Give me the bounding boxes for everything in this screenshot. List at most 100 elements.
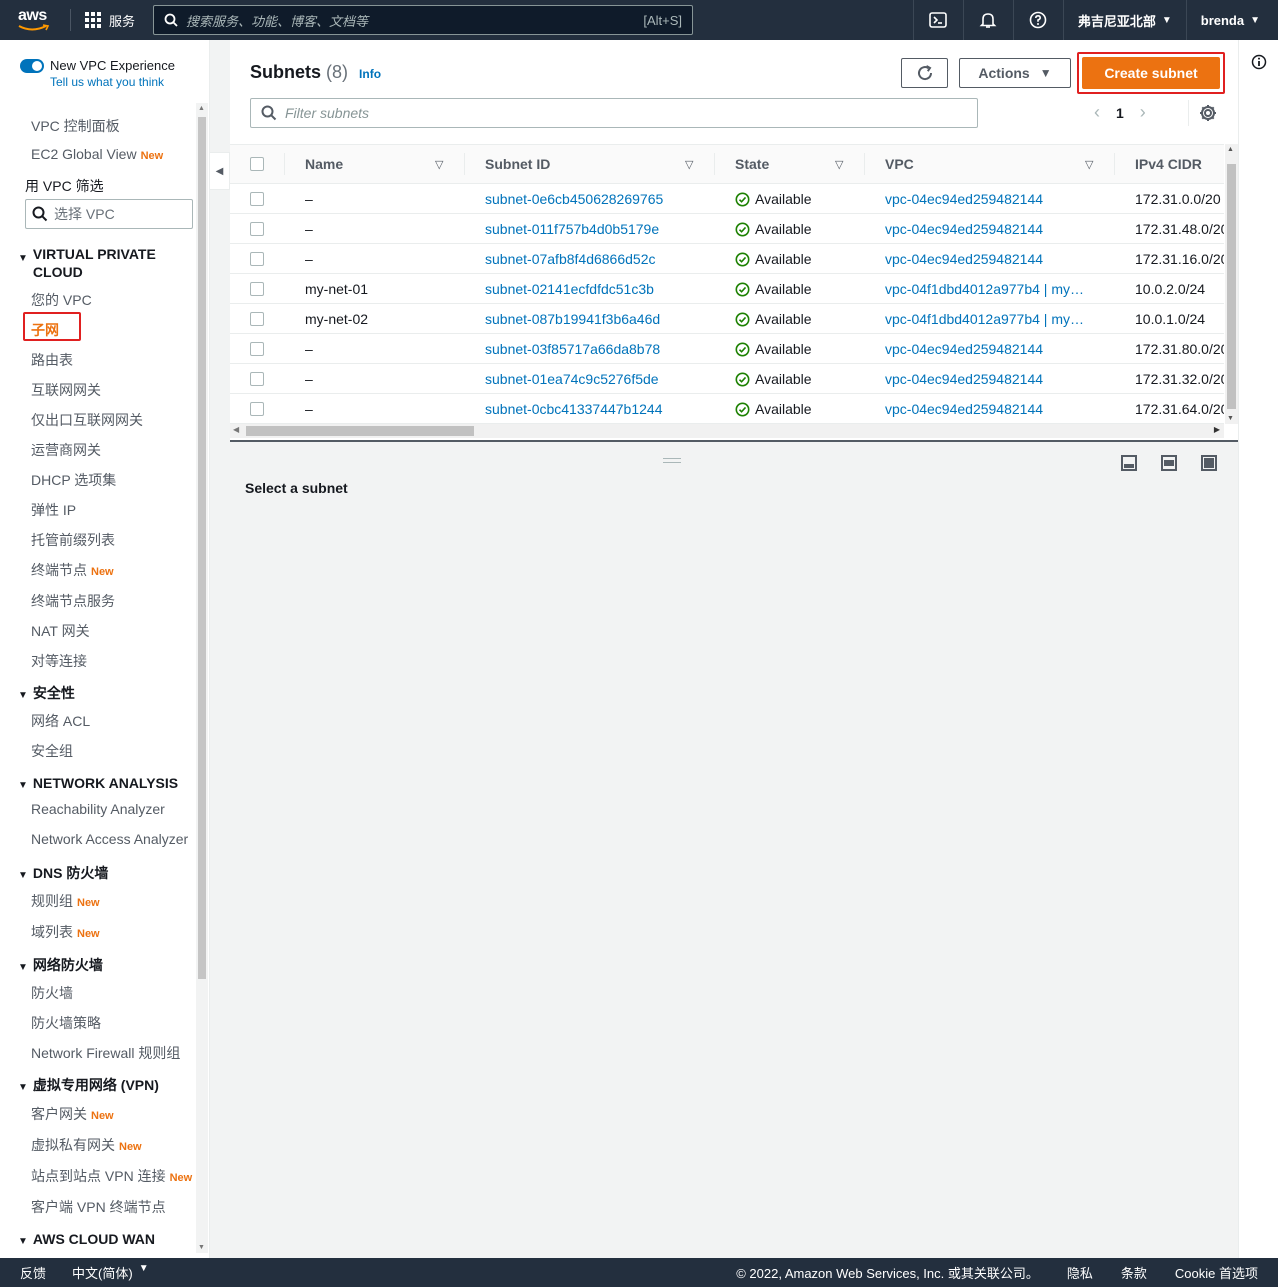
panel-maximize-icon[interactable]	[1200, 454, 1218, 472]
row-checkbox[interactable]	[250, 274, 264, 304]
sidebar-item-egress-only-gateways[interactable]: 仅出口互联网网关	[31, 410, 143, 430]
cell-subnet-id[interactable]: subnet-01ea74c9c5276f5de	[485, 364, 659, 394]
sidebar-item-your-vpcs[interactable]: 您的 VPC	[31, 290, 92, 310]
region-selector[interactable]: 弗吉尼亚北部 ▼	[1062, 0, 1186, 40]
sidebar-item-network-firewall-rule-groups[interactable]: Network Firewall 规则组	[31, 1043, 180, 1063]
refresh-button[interactable]	[901, 58, 948, 88]
sidebar-item-client-vpn-endpoints[interactable]: 客户端 VPN 终端节点	[31, 1197, 166, 1217]
table-row[interactable]: – subnet-0cbc41337447b1244 Available vpc-04…	[230, 394, 1224, 424]
column-header-state[interactable]: State ▽	[735, 145, 850, 183]
select-all-checkbox[interactable]	[250, 145, 264, 183]
cell-subnet-id[interactable]: subnet-087b19941f3b6a46d	[485, 304, 660, 334]
cell-subnet-id[interactable]: subnet-0cbc41337447b1244	[485, 394, 663, 424]
feedback-link[interactable]: Tell us what you think	[50, 75, 175, 89]
row-checkbox[interactable]	[250, 214, 264, 244]
table-row[interactable]: – subnet-03f85717a66da8b78 Available vpc-04…	[230, 334, 1224, 364]
section-aws-cloud-wan[interactable]: ▼ AWS CLOUD WAN	[18, 1230, 155, 1251]
actions-dropdown[interactable]: Actions ▼	[959, 58, 1071, 88]
table-row[interactable]: – subnet-01ea74c9c5276f5de Available vpc-04…	[230, 364, 1224, 394]
row-checkbox[interactable]	[250, 184, 264, 214]
cloudshell-button[interactable]	[912, 0, 963, 40]
row-checkbox[interactable]	[250, 334, 264, 364]
column-header-vpc[interactable]: VPC ▽	[885, 145, 1105, 183]
sidebar-item-site-to-site-vpn[interactable]: 站点到站点 VPN 连接 New	[31, 1166, 192, 1186]
scroll-left-icon[interactable]: ◀	[233, 425, 239, 434]
scroll-up-icon[interactable]: ▲	[198, 105, 205, 112]
privacy-link[interactable]: 隐私	[1067, 1263, 1093, 1282]
section-security[interactable]: ▼ 安全性	[18, 684, 75, 705]
cell-vpc[interactable]: vpc-04f1dbd4012a977b4 | my…	[885, 304, 1084, 334]
panel-side-icon[interactable]	[1160, 454, 1178, 472]
vpc-filter-select[interactable]: 选择 VPC	[25, 199, 193, 229]
terms-link[interactable]: 条款	[1121, 1263, 1147, 1282]
scroll-up-icon[interactable]: ▲	[1227, 146, 1234, 153]
table-row[interactable]: my-net-01 subnet-02141ecfdfdc51c3b Availab…	[230, 274, 1224, 304]
cell-subnet-id[interactable]: subnet-07afb8f4d6866d52c	[485, 244, 655, 274]
resize-handle[interactable]	[663, 458, 681, 463]
scroll-right-icon[interactable]: ▶	[1214, 425, 1220, 434]
table-row[interactable]: – subnet-011f757b4d0b5179e Available vpc-04…	[230, 214, 1224, 244]
sidebar-item-managed-prefix-lists[interactable]: 托管前缀列表	[31, 530, 115, 550]
sidebar-item-internet-gateways[interactable]: 互联网网关	[31, 380, 101, 400]
table-row[interactable]: – subnet-0e6cb450628269765 Available vpc-04…	[230, 184, 1224, 214]
sidebar-item-customer-gateways[interactable]: 客户网关 New	[31, 1104, 114, 1124]
section-network-firewall[interactable]: ▼ 网络防火墙	[18, 956, 103, 977]
sidebar-item-nat-gateways[interactable]: NAT 网关	[31, 621, 90, 641]
sidebar-item-elastic-ips[interactable]: 弹性 IP	[31, 500, 76, 520]
new-vpc-experience-toggle[interactable]	[20, 59, 44, 73]
sidebar-item-rule-groups[interactable]: 规则组 New	[31, 891, 100, 911]
notifications-button[interactable]	[962, 0, 1013, 40]
collapse-sidebar-button[interactable]: ◀	[210, 152, 230, 190]
row-checkbox[interactable]	[250, 394, 264, 424]
info-link[interactable]: Info	[359, 67, 381, 81]
cell-subnet-id[interactable]: subnet-02141ecfdfdc51c3b	[485, 274, 654, 304]
scrollbar-thumb[interactable]	[1227, 164, 1236, 409]
preferences-button[interactable]	[1198, 103, 1218, 126]
sidebar-item-reachability-analyzer[interactable]: Reachability Analyzer	[31, 801, 165, 817]
current-page[interactable]: 1	[1116, 105, 1124, 121]
chevron-right-icon[interactable]: ›	[1140, 102, 1146, 123]
section-vpn[interactable]: ▼ 虚拟专用网络 (VPN)	[18, 1076, 159, 1097]
sidebar-item-endpoints[interactable]: 终端节点 New	[31, 560, 114, 580]
info-icon[interactable]	[1251, 54, 1267, 70]
column-header-name[interactable]: Name ▽	[305, 145, 450, 183]
filter-subnets-input[interactable]: Filter subnets	[250, 98, 978, 128]
sidebar-item-vpc-dashboard[interactable]: VPC 控制面板	[31, 116, 120, 136]
language-selector[interactable]: 中文(简体) ▼	[72, 1263, 149, 1282]
sidebar-item-security-groups[interactable]: 安全组	[31, 741, 73, 761]
help-button[interactable]	[1012, 0, 1063, 40]
cell-vpc[interactable]: vpc-04ec94ed259482144	[885, 214, 1043, 244]
section-virtual-private-cloud[interactable]: ▼ VIRTUAL PRIVATE CLOUD	[18, 245, 156, 281]
feedback-link[interactable]: 反馈	[20, 1263, 46, 1282]
global-search-input[interactable]: 搜索服务、功能、博客、文档等 [Alt+S]	[153, 5, 694, 35]
sidebar-scrollbar[interactable]: ▲ ▼	[196, 103, 208, 1253]
cookie-preferences-link[interactable]: Cookie 首选项	[1175, 1263, 1258, 1282]
scroll-down-icon[interactable]: ▼	[1227, 415, 1234, 422]
table-vertical-scrollbar[interactable]: ▲ ▼	[1225, 144, 1238, 424]
account-menu[interactable]: brenda ▼	[1185, 0, 1278, 40]
table-row[interactable]: – subnet-07afb8f4d6866d52c Available vpc-04…	[230, 244, 1224, 274]
cell-vpc[interactable]: vpc-04ec94ed259482144	[885, 184, 1043, 214]
sidebar-item-peering-connections[interactable]: 对等连接	[31, 651, 87, 671]
sidebar-item-endpoint-services[interactable]: 终端节点服务	[31, 591, 115, 611]
sidebar-item-route-tables[interactable]: 路由表	[31, 350, 73, 370]
cell-vpc[interactable]: vpc-04ec94ed259482144	[885, 394, 1043, 424]
scrollbar-thumb[interactable]	[246, 426, 474, 436]
sidebar-item-virtual-private-gateways[interactable]: 虚拟私有网关 New	[31, 1135, 142, 1155]
sidebar-item-ec2-global-view[interactable]: EC2 Global View New	[31, 146, 163, 162]
scrollbar-thumb[interactable]	[198, 117, 206, 979]
table-row[interactable]: my-net-02 subnet-087b19941f3b6a46d Availab…	[230, 304, 1224, 334]
chevron-left-icon[interactable]: ‹	[1094, 102, 1100, 123]
sidebar-item-network-access-analyzer[interactable]: Network Access Analyzer	[31, 831, 188, 847]
sidebar-item-network-acls[interactable]: 网络 ACL	[31, 711, 90, 731]
cell-vpc[interactable]: vpc-04ec94ed259482144	[885, 244, 1043, 274]
row-checkbox[interactable]	[250, 244, 264, 274]
cell-vpc[interactable]: vpc-04ec94ed259482144	[885, 334, 1043, 364]
cell-subnet-id[interactable]: subnet-0e6cb450628269765	[485, 184, 663, 214]
sidebar-item-firewall-policies[interactable]: 防火墙策略	[31, 1013, 101, 1033]
sidebar-item-dhcp-option-sets[interactable]: DHCP 选项集	[31, 470, 116, 490]
column-header-ipv4-cidr[interactable]: IPv4 CIDR	[1135, 145, 1202, 183]
cell-vpc[interactable]: vpc-04ec94ed259482144	[885, 364, 1043, 394]
aws-logo[interactable]: aws	[16, 6, 64, 34]
section-network-analysis[interactable]: ▼ NETWORK ANALYSIS	[18, 774, 178, 795]
